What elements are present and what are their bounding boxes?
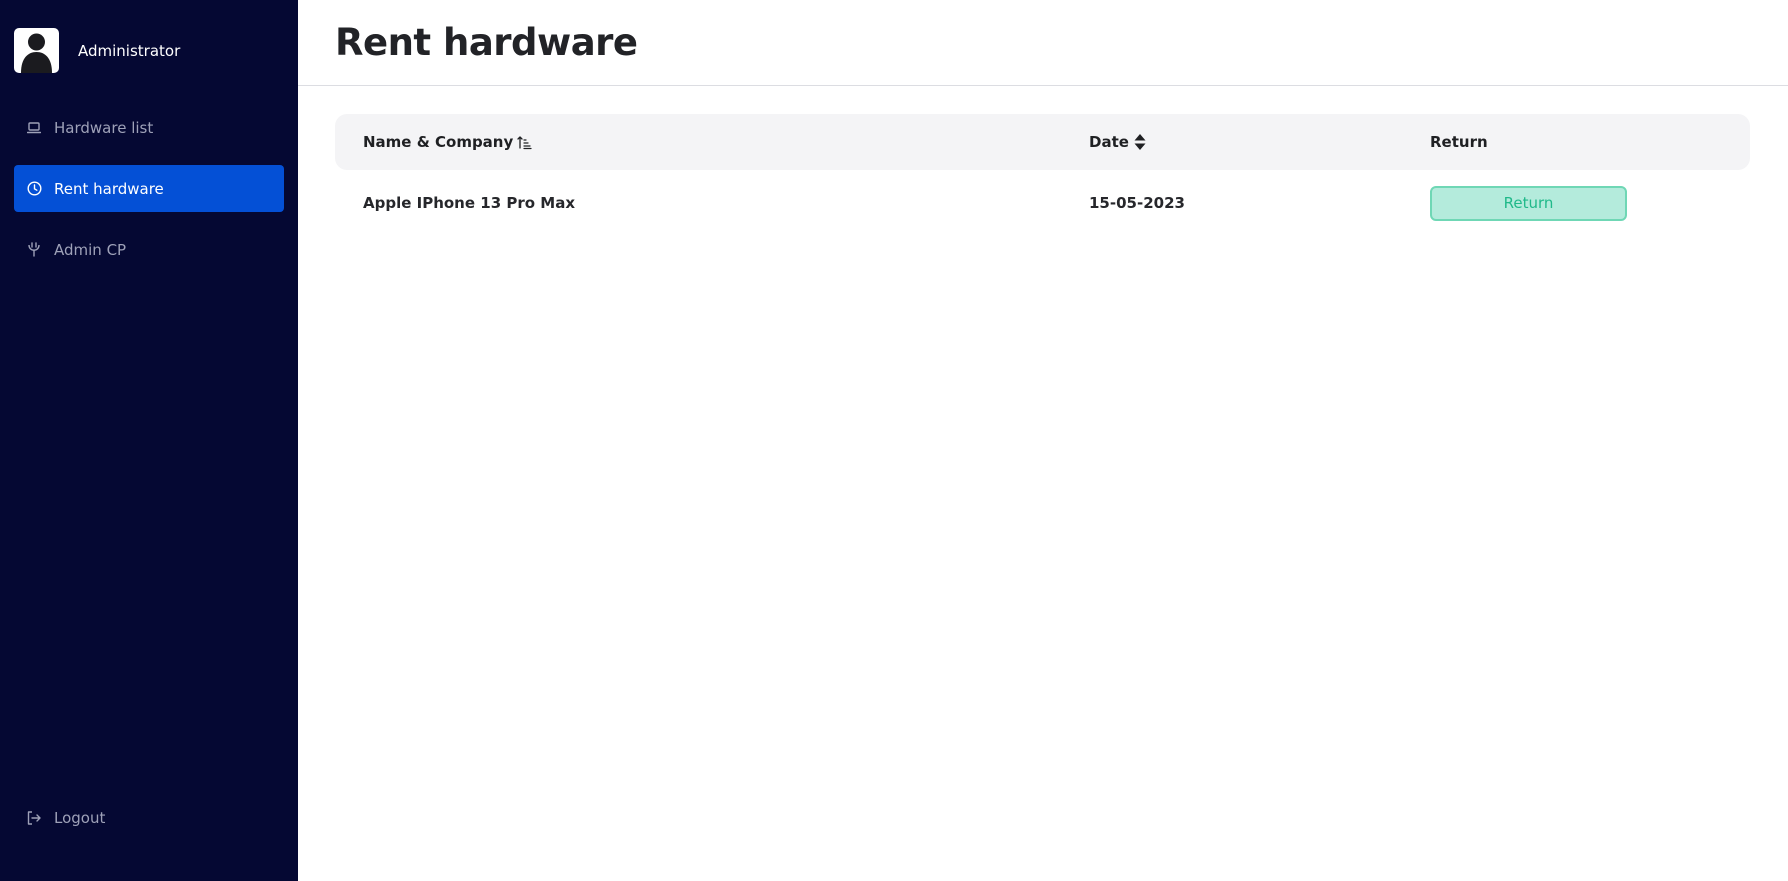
clock-icon	[26, 181, 42, 197]
column-header-date-label: Date	[1089, 133, 1129, 151]
column-header-date: Date	[1089, 133, 1430, 151]
table-row: Apple IPhone 13 Pro Max 15-05-2023 Retur…	[335, 170, 1750, 236]
plug-icon	[26, 242, 42, 258]
sidebar-nav: Hardware list Rent hardware Admin CP	[14, 104, 284, 287]
column-header-name-label: Name & Company	[363, 133, 514, 151]
table-header: Name & Company Date Return	[335, 114, 1750, 170]
sidebar-item-label: Hardware list	[54, 118, 154, 137]
main-content: Rent hardware Name & Company Date Return…	[298, 0, 1788, 881]
rent-table: Name & Company Date Return Apple IPhone …	[335, 114, 1750, 236]
column-header-name: Name & Company	[335, 133, 1089, 151]
sidebar-item-admin-cp[interactable]: Admin CP	[14, 226, 284, 273]
logout-button[interactable]: Logout	[14, 794, 284, 841]
sidebar-item-label: Admin CP	[54, 240, 127, 259]
sidebar-item-label: Rent hardware	[54, 179, 164, 198]
laptop-icon	[26, 120, 42, 136]
user-name: Administrator	[78, 41, 181, 60]
avatar	[14, 28, 59, 73]
user-silhouette-icon	[21, 33, 52, 73]
sidebar-item-rent-hardware[interactable]: Rent hardware	[14, 165, 284, 212]
column-header-return-label: Return	[1430, 133, 1488, 151]
cell-date: 15-05-2023	[1089, 194, 1185, 212]
cell-name: Apple IPhone 13 Pro Max	[363, 194, 575, 212]
return-button[interactable]: Return	[1430, 185, 1627, 221]
logout-icon	[26, 810, 42, 826]
sort-unsorted-icon[interactable]	[1133, 133, 1147, 151]
cell-return: Return	[1430, 185, 1750, 221]
user-profile: Administrator	[14, 28, 180, 73]
sidebar-item-hardware-list[interactable]: Hardware list	[14, 104, 284, 151]
app-root: Administrator Hardware list Rent hardwar…	[0, 0, 1788, 881]
page-header: Rent hardware	[298, 0, 1788, 86]
page-title: Rent hardware	[335, 21, 638, 64]
column-header-return: Return	[1430, 133, 1750, 151]
sort-ascending-icon[interactable]	[517, 135, 532, 150]
logout-label: Logout	[54, 808, 106, 827]
sidebar: Administrator Hardware list Rent hardwar…	[0, 0, 298, 881]
